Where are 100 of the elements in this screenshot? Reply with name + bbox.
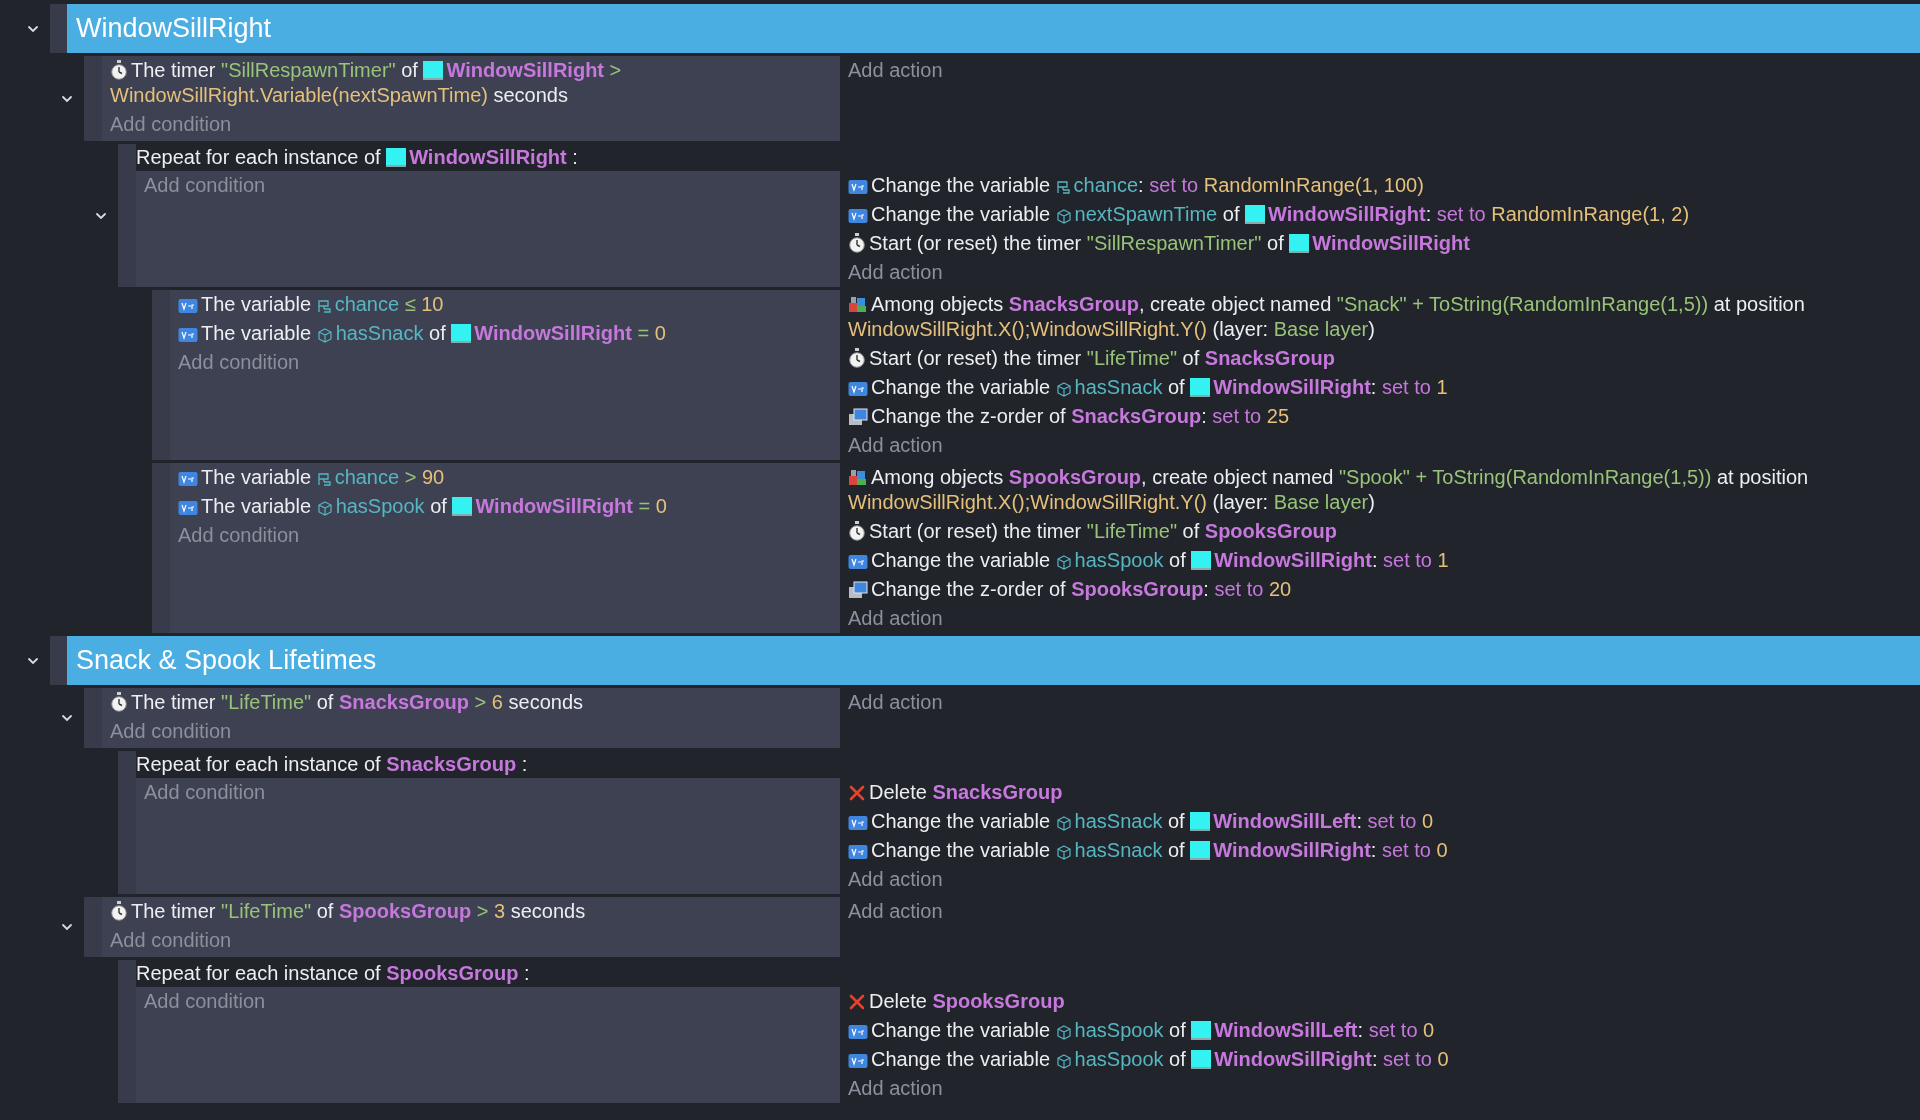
expression-text: 20	[1268, 578, 1292, 600]
variable-name: hasSnack	[1074, 810, 1163, 832]
object-name: WindowSillLeft	[1214, 1019, 1358, 1041]
statement-text: The variable	[201, 466, 312, 488]
group-header[interactable]: Snack & Spook Lifetimes	[67, 636, 1920, 685]
operator-text: ≤	[404, 293, 416, 315]
cube-icon	[1055, 1054, 1072, 1069]
statement-text: Change the variable	[871, 1019, 1050, 1041]
statement-text: position	[1739, 466, 1809, 488]
statement-text: Among objects	[871, 466, 1004, 488]
add-action-link[interactable]: Add action	[848, 867, 943, 892]
statement-text: of	[316, 691, 334, 713]
statement-text: of	[1222, 203, 1240, 225]
variable-badge-icon	[848, 815, 868, 831]
object-name: SnacksGroup	[386, 753, 517, 775]
add-action-link[interactable]: Add action	[848, 58, 943, 83]
variable-name: hasSnack	[1074, 839, 1163, 861]
statement-text: The timer	[131, 691, 216, 713]
cube-icon	[316, 328, 333, 343]
keyword-text: set to	[1367, 810, 1417, 832]
stopwatch-icon	[848, 521, 866, 541]
object-name: WindowSillRight	[446, 59, 605, 81]
stopwatch-icon	[110, 901, 128, 921]
punctuation-text: :	[1201, 405, 1207, 427]
expression-text: 0	[1423, 1019, 1435, 1041]
expression-text: 0	[1422, 810, 1434, 832]
stopwatch-icon	[110, 692, 128, 712]
add-condition-link[interactable]: Add condition	[178, 523, 300, 548]
statement-text: seconds	[493, 84, 568, 106]
cube-icon	[1055, 555, 1072, 570]
statement-text: Delete	[869, 781, 927, 803]
add-condition-link[interactable]: Add condition	[144, 780, 266, 805]
keyword-text: set to	[1212, 405, 1262, 427]
keyword-text: set to	[1383, 1048, 1432, 1070]
statement-text: Change the variable	[871, 174, 1050, 196]
group-gutter	[50, 4, 67, 53]
expression-text: 10	[421, 293, 444, 315]
object-name: SnacksGroup	[1071, 405, 1202, 427]
expression-text: 90	[421, 466, 445, 488]
punctuation-text: :	[1370, 839, 1377, 861]
add-action-link[interactable]: Add action	[848, 899, 943, 924]
string-literal: "Spook" + ToString(RandomInRange(1,5))	[1339, 466, 1712, 488]
stopwatch-icon	[848, 348, 866, 368]
string-literal: "LifeTime"	[221, 691, 312, 713]
object-name: SnacksGroup	[932, 781, 1063, 803]
expression-text: 0	[1437, 1048, 1449, 1070]
statement-text: of	[430, 495, 447, 517]
statement-text: create object named	[1152, 466, 1334, 488]
variable-badge-icon	[178, 500, 198, 516]
add-condition-link[interactable]: Add condition	[110, 928, 232, 953]
variable-name: hasSpook	[1074, 1019, 1164, 1041]
keyword-text: set to	[1381, 376, 1431, 398]
operator-text: =	[637, 322, 650, 344]
variable-badge-icon	[848, 208, 868, 224]
string-literal: "Snack" + ToString(RandomInRange(1,5))	[1336, 293, 1709, 315]
statement-text: of	[316, 900, 334, 922]
add-action-link[interactable]: Add action	[848, 690, 943, 715]
add-action-link[interactable]: Add action	[848, 260, 943, 285]
object-name: SpooksGroup	[339, 900, 472, 922]
cross-icon	[848, 993, 866, 1011]
operator-text: >	[476, 900, 489, 922]
cube-icon	[1055, 209, 1072, 224]
object-name: WindowSillRight	[1214, 1048, 1372, 1070]
keyword-text: set to	[1436, 203, 1486, 225]
statement-text: of	[1267, 232, 1284, 254]
statement-text: of	[1182, 347, 1200, 369]
statement-text: Change the variable	[871, 839, 1050, 861]
punctuation-text: ,	[1141, 466, 1147, 488]
object-name: WindowSillRight	[474, 322, 632, 344]
add-condition-link[interactable]: Add condition	[110, 112, 232, 137]
add-condition-link[interactable]: Add condition	[144, 173, 266, 198]
statement-text: Change the variable	[871, 1048, 1050, 1070]
string-literal: "SillRespawnTimer"	[221, 59, 396, 81]
add-action-link[interactable]: Add action	[848, 1076, 943, 1101]
keyword-text: set to	[1214, 578, 1264, 600]
variable-name: chance	[334, 466, 400, 488]
expression-text: 1	[1436, 376, 1448, 398]
layers-icon	[848, 581, 868, 599]
statement-text: The timer	[131, 59, 216, 81]
add-action-link[interactable]: Add action	[848, 433, 943, 458]
expression-text: WindowSillRight.X();WindowSillRight.Y()	[848, 491, 1207, 513]
variable-badge-icon	[848, 554, 868, 570]
operator-text: >	[404, 466, 417, 488]
add-condition-link[interactable]: Add condition	[144, 989, 266, 1014]
add-condition-link[interactable]: Add condition	[178, 350, 300, 375]
object-name: WindowSillRight	[409, 146, 567, 168]
table-icon	[316, 299, 332, 314]
add-action-link[interactable]: Add action	[848, 606, 943, 631]
expression-text: 0	[655, 495, 667, 517]
statement-text: The variable	[201, 322, 312, 344]
object-name: SpooksGroup	[1071, 578, 1204, 600]
add-condition-link[interactable]: Add condition	[110, 719, 232, 744]
variable-name: hasSpook	[335, 495, 425, 517]
statement-text: seconds	[510, 900, 586, 922]
cube-icon	[1055, 845, 1072, 860]
statement-text: of	[1168, 810, 1185, 832]
table-icon	[1055, 180, 1071, 195]
variable-badge-icon	[848, 1053, 868, 1069]
group-header[interactable]: WindowSillRight	[67, 4, 1920, 53]
statement-text: Change the variable	[871, 203, 1050, 225]
